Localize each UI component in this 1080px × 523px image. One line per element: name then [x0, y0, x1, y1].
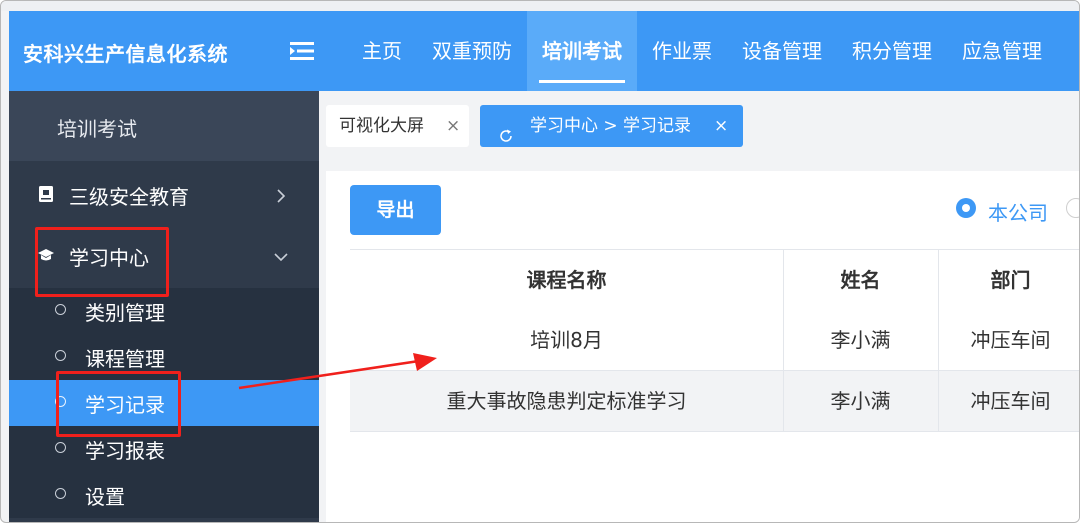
- app-window: 安科兴生产信息化系统 主页 双重预防 培训考试 作业票 设备管理 积分管理 应急…: [0, 0, 1080, 523]
- annotation-arrow: [238, 353, 437, 390]
